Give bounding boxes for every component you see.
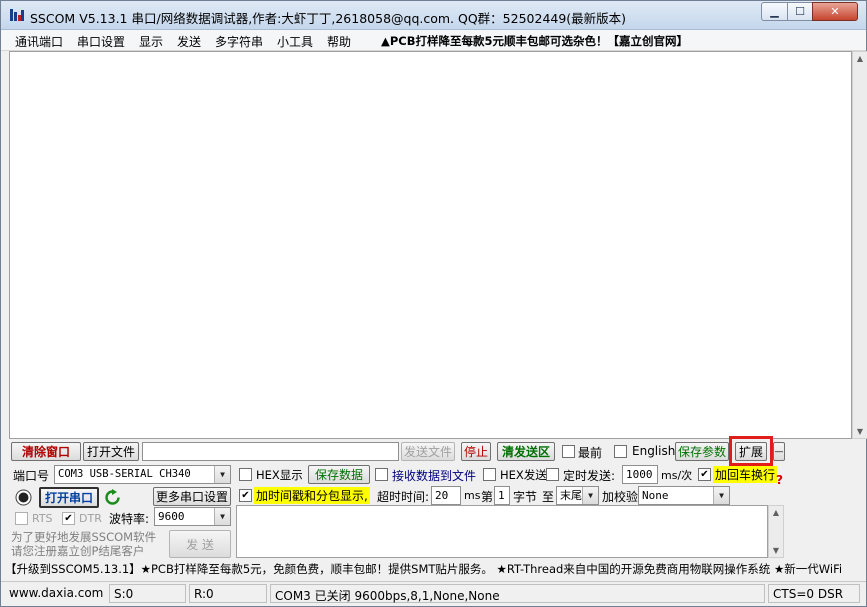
interval-input[interactable]: 1000: [622, 465, 658, 484]
port-number-label: 端口号: [13, 469, 50, 483]
english-checkbox[interactable]: [614, 445, 627, 458]
rts-label: RTS: [32, 512, 53, 525]
topmost-checkbox[interactable]: [562, 445, 575, 458]
clear-window-button[interactable]: 清除窗口: [11, 442, 81, 461]
received-count: R:0: [189, 584, 267, 603]
checksum-select[interactable]: None ▼: [638, 486, 730, 505]
hex-display-checkbox[interactable]: [239, 468, 252, 481]
baud-rate-label: 波特率:: [109, 512, 150, 526]
send-file-button[interactable]: 发送文件: [401, 442, 455, 461]
app-logo-icon: [10, 9, 24, 21]
menu-bar: 通讯端口 串口设置 显示 发送 多字符串 小工具 帮助 ▲PCB打样降至每款5元…: [1, 30, 866, 51]
byte-start-input[interactable]: 1: [494, 486, 510, 505]
timeout-unit-label: ms: [464, 489, 481, 502]
expand-highlight-box: [729, 436, 773, 466]
seq-label: 第: [481, 490, 494, 504]
window-title: SSCOM V5.13.1 串口/网络数据调试器,作者:大虾丁丁,2618058…: [30, 11, 627, 26]
port-status: COM3 已关闭 9600bps,8,1,None,None: [270, 584, 765, 603]
maximize-button[interactable]: ☐: [787, 2, 813, 21]
menu-promo-link[interactable]: ▲PCB打样降至每款5元顺丰包邮可选杂色！【嘉立创官网】: [381, 33, 688, 49]
byte-end-select[interactable]: 末尾 ▼: [556, 486, 599, 505]
port-status-led-icon: [15, 489, 32, 506]
timed-send-checkbox[interactable]: [546, 468, 559, 481]
interval-unit-label: ms/次: [661, 469, 693, 482]
chevron-down-icon: ▼: [582, 487, 598, 504]
promo-text-line2: 请您注册嘉立创P结尾客户: [11, 544, 145, 558]
english-label: English: [632, 444, 676, 458]
stop-button[interactable]: 停止: [461, 442, 491, 461]
minimize-icon: ▁: [770, 5, 779, 18]
sent-count: S:0: [109, 584, 186, 603]
file-path-input[interactable]: [142, 442, 399, 461]
dtr-checkbox[interactable]: [62, 512, 75, 525]
recv-to-file-checkbox[interactable]: [375, 468, 388, 481]
save-params-button[interactable]: 保存参数: [675, 442, 729, 461]
menu-comm-port[interactable]: 通讯端口: [15, 33, 63, 50]
clear-send-button[interactable]: 清发送区: [497, 442, 555, 461]
collapse-button[interactable]: —: [773, 442, 785, 461]
timeout-label: 超时时间:: [377, 490, 430, 504]
timestamp-label: 加时间戳和分包显示,: [254, 487, 370, 504]
byte-end-value: 末尾: [560, 489, 582, 502]
chevron-down-icon: ▼: [214, 508, 230, 525]
checksum-value: None: [642, 489, 669, 502]
open-port-button[interactable]: 打开串口: [39, 487, 99, 508]
signal-status: CTS=0 DSR: [768, 584, 860, 603]
sent-count-value: S:0: [114, 587, 134, 601]
open-file-button[interactable]: 打开文件: [83, 442, 139, 461]
byte-label: 字节: [513, 490, 538, 504]
title-bar[interactable]: SSCOM V5.13.1 串口/网络数据调试器,作者:大虾丁丁,2618058…: [1, 1, 866, 30]
port-select-value: COM3 USB-SERIAL CH340: [58, 468, 191, 480]
menu-display[interactable]: 显示: [139, 33, 163, 50]
checksum-label: 加校验: [602, 490, 639, 504]
website-link[interactable]: www.daxia.com: [9, 586, 103, 600]
to-label: 至: [542, 490, 555, 504]
timed-send-label: 定时发送:: [563, 469, 616, 483]
hex-display-label: HEX显示: [256, 468, 303, 482]
menu-send[interactable]: 发送: [177, 33, 201, 50]
menu-multi-string[interactable]: 多字符串: [215, 33, 263, 50]
help-icon[interactable]: ?: [776, 473, 783, 487]
send-text-area[interactable]: [236, 505, 768, 558]
app-window: SSCOM V5.13.1 串口/网络数据调试器,作者:大虾丁丁,2618058…: [0, 0, 867, 607]
chevron-down-icon: ▼: [214, 466, 230, 483]
refresh-icon[interactable]: [104, 489, 121, 506]
add-crlf-checkbox[interactable]: [698, 468, 711, 481]
topmost-label: 最前: [578, 446, 603, 460]
timeout-input[interactable]: 20: [431, 486, 461, 505]
baud-rate-value: 9600: [158, 510, 185, 523]
timestamp-checkbox[interactable]: [239, 489, 252, 502]
receive-scrollbar[interactable]: ▲ ▼: [852, 51, 867, 439]
menu-serial-settings[interactable]: 串口设置: [77, 33, 125, 50]
scroll-up-icon[interactable]: ▲: [855, 54, 865, 63]
recv-to-file-label[interactable]: 接收数据到文件: [392, 467, 476, 484]
hex-send-label: HEX发送: [500, 468, 547, 482]
send-button[interactable]: 发 送: [169, 530, 231, 558]
baud-rate-select[interactable]: 9600 ▼: [154, 507, 231, 526]
receive-area[interactable]: [9, 51, 852, 439]
chevron-down-icon: ▼: [713, 487, 729, 504]
add-crlf-label: 加回车换行: [713, 466, 778, 483]
received-count-value: R:0: [194, 587, 214, 601]
close-icon: ✕: [830, 5, 840, 18]
scroll-down-icon[interactable]: ▼: [771, 546, 781, 555]
hex-send-checkbox[interactable]: [483, 468, 496, 481]
promo-ticker[interactable]: 【升级到SSCOM5.13.1】★PCB打样降至每款5元，免颜色费，顺丰包邮！提…: [5, 560, 864, 579]
minimize-button[interactable]: ▁: [761, 2, 788, 21]
maximize-icon: ☐: [795, 5, 805, 18]
more-settings-button[interactable]: 更多串口设置: [153, 487, 231, 506]
rts-checkbox[interactable]: [15, 512, 28, 525]
scroll-up-icon[interactable]: ▲: [771, 508, 781, 517]
menu-help[interactable]: 帮助: [327, 33, 351, 50]
signal-status-value: CTS=0 DSR: [773, 587, 844, 601]
dtr-label: DTR: [79, 512, 102, 525]
status-bar: www.daxia.com S:0 R:0 COM3 已关闭 9600bps,8…: [1, 581, 866, 606]
save-data-button[interactable]: 保存数据: [308, 465, 370, 484]
menu-tools[interactable]: 小工具: [277, 33, 313, 50]
close-button[interactable]: ✕: [812, 2, 858, 21]
send-scrollbar[interactable]: ▲ ▼: [768, 505, 784, 558]
port-status-value: COM3 已关闭 9600bps,8,1,None,None: [275, 589, 500, 603]
scroll-down-icon[interactable]: ▼: [855, 427, 865, 436]
port-select[interactable]: COM3 USB-SERIAL CH340 ▼: [54, 465, 231, 484]
